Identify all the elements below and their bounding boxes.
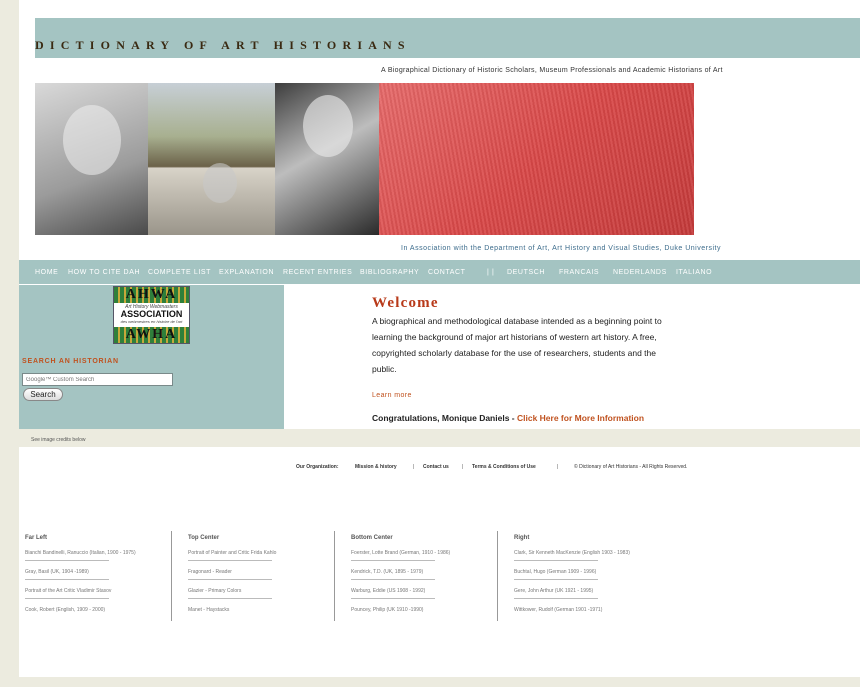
credits-column-head: Right bbox=[514, 535, 530, 541]
footer-mission-link[interactable]: Mission & history bbox=[355, 464, 397, 470]
search-input[interactable] bbox=[22, 373, 173, 386]
credit-item: Gere, John Arthur (UK 1921 - 1995) bbox=[514, 587, 664, 606]
nav-how-to-cite[interactable]: HOW TO CITE DAH bbox=[68, 269, 140, 276]
nav-recent-entries[interactable]: RECENT ENTRIES bbox=[283, 269, 352, 276]
nav-contact[interactable]: CONTACT bbox=[428, 269, 466, 276]
learn-more-link[interactable]: Learn more bbox=[372, 392, 412, 399]
credit-item: Portrait of Painter and Critic Frida Kah… bbox=[188, 549, 338, 568]
ahwa-logo-top: AHWA bbox=[114, 287, 189, 303]
banner-image-collage bbox=[35, 83, 694, 235]
footer-terms-link[interactable]: Terms & Conditions of Use bbox=[472, 464, 536, 470]
intro-paragraph: A biographical and methodological databa… bbox=[372, 316, 662, 374]
search-label: SEARCH AN HISTORIAN bbox=[22, 358, 119, 365]
credit-item: Kendrick, T.D. (UK, 1895 - 1979) bbox=[351, 568, 501, 587]
footer-org-label: Our Organization: bbox=[296, 464, 339, 470]
nav-nederlands[interactable]: NEDERLANDS bbox=[613, 269, 667, 276]
footer-contact-link[interactable]: Contact us bbox=[423, 464, 449, 470]
university-association: In Association with the Department of Ar… bbox=[401, 245, 721, 252]
site-title[interactable]: DICTIONARY OF ART HISTORIANS bbox=[35, 38, 411, 53]
credit-item: Gray, Basil (UK, 1904 -1989) bbox=[25, 568, 175, 587]
credit-item: Wittkower, Rudolf (German 1901 -1971) bbox=[514, 607, 603, 613]
more-information-link[interactable]: Click Here for More Information bbox=[517, 413, 644, 423]
credits-column-top-center: Top Center Portrait of Painter and Criti… bbox=[188, 530, 338, 625]
ahwa-logo-line3: des webmestres en histoire de l'art bbox=[120, 319, 183, 324]
credits-column-head: Far Left bbox=[25, 535, 48, 541]
credit-item: Manet - Haystacks bbox=[188, 607, 230, 613]
welcome-heading: Welcome bbox=[372, 295, 439, 311]
credit-item: Bianchi Bandinelli, Ranuccio (Italian, 1… bbox=[25, 549, 175, 568]
footer-separator: | bbox=[557, 464, 559, 470]
congratulations-line: Congratulations, Monique Daniels - Click… bbox=[372, 413, 644, 423]
credits-column-bottom-center: Bottom Center Foerster, Lotte Brand (Ger… bbox=[351, 530, 501, 625]
nav-deutsch[interactable]: DEUTSCH bbox=[507, 269, 545, 276]
footer-separator: | bbox=[462, 464, 464, 470]
credit-item: Warburg, Eddie (US 1908 - 1992) bbox=[351, 587, 501, 606]
nav-francais[interactable]: FRANCAIS bbox=[559, 269, 599, 276]
credit-item: Cook, Robert (English, 1909 - 2000) bbox=[25, 607, 106, 613]
credits-column-head: Bottom Center bbox=[351, 535, 393, 541]
banner-photo-right-portrait bbox=[275, 83, 379, 235]
footer-copyright: © Dictionary of Art Historians - All Rig… bbox=[574, 464, 688, 470]
credit-item: Glazier - Primary Colors bbox=[188, 587, 338, 606]
credits-band bbox=[19, 429, 860, 447]
image-credits-note: See image credits below bbox=[31, 437, 86, 443]
credit-item: Foerster, Lotte Brand (German, 1910 - 19… bbox=[351, 549, 501, 568]
credit-item: Clark, Sir Kenneth MacKenzie (English 19… bbox=[514, 549, 664, 568]
search-button[interactable]: Search bbox=[23, 388, 63, 401]
column-divider bbox=[171, 531, 172, 621]
nav-bibliography[interactable]: BIBLIOGRAPHY bbox=[360, 269, 419, 276]
nav-home[interactable]: HOME bbox=[35, 269, 58, 276]
banner-photo-far-left bbox=[35, 83, 148, 235]
credit-item: Fragonard - Reader bbox=[188, 568, 338, 587]
credit-item: Portrait of the Art Critic Vladimir Stas… bbox=[25, 587, 175, 606]
nav-separator: | | bbox=[487, 269, 495, 276]
credits-column-head: Top Center bbox=[188, 535, 220, 541]
site-subtitle: A Biographical Dictionary of Historic Sc… bbox=[381, 67, 723, 74]
ahwa-logo[interactable]: AHWA Art History Webmasters ASSOCIATION … bbox=[113, 286, 190, 344]
credits-column-right: Right Clark, Sir Kenneth MacKenzie (Engl… bbox=[514, 530, 664, 625]
footer-separator: | bbox=[413, 464, 415, 470]
nav-italiano[interactable]: ITALIANO bbox=[676, 269, 712, 276]
credits-column-far-left: Far Left Bianchi Bandinelli, Ranuccio (I… bbox=[25, 530, 175, 625]
column-divider bbox=[334, 531, 335, 621]
column-divider bbox=[497, 531, 498, 621]
ahwa-logo-bottom: AWHA bbox=[114, 327, 189, 343]
credit-item: Buchtal, Hugo (German 1909 - 1996) bbox=[514, 568, 664, 587]
congratulations-text: Congratulations, Monique Daniels - bbox=[372, 413, 517, 423]
nav-explanation[interactable]: EXPLANATION bbox=[219, 269, 274, 276]
credit-item: Pouncey, Philip (UK 1910 -1990) bbox=[351, 607, 424, 613]
ahwa-logo-middle: Art History Webmasters ASSOCIATION des w… bbox=[114, 304, 189, 326]
ahwa-logo-line2: ASSOCIATION bbox=[120, 309, 183, 319]
nav-complete-list[interactable]: COMPLETE LIST bbox=[148, 269, 211, 276]
banner-photo-center bbox=[148, 83, 275, 235]
banner-red-texture bbox=[379, 83, 694, 235]
